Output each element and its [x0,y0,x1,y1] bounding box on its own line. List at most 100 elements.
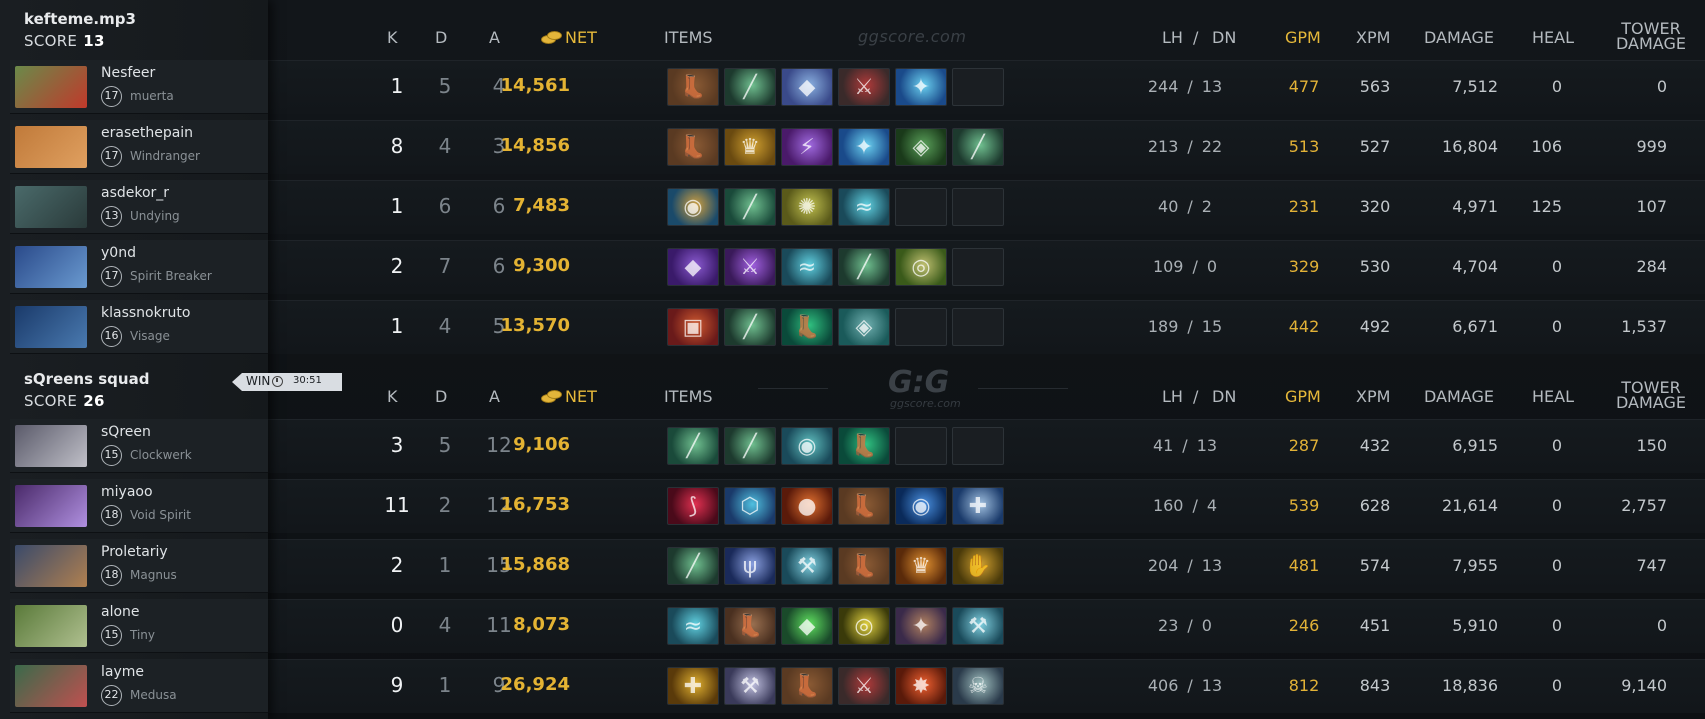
orb-icon[interactable]: ✦ [838,128,890,166]
bottle-icon[interactable]: ⬡ [724,487,776,525]
player-card[interactable]: miyaoo 18 Void Spirit [10,479,268,533]
player-card[interactable]: layme 22 Medusa [10,659,268,713]
hero-portrait [15,665,87,707]
player-card[interactable]: sQreen 15 Clockwerk [10,419,268,473]
empty-slot[interactable] [952,68,1004,106]
boots-green-icon[interactable]: 👢 [781,308,833,346]
claw-gold-icon[interactable]: ✋ [952,547,1004,585]
hero-name: Medusa [130,688,177,702]
robe-icon[interactable]: ◈ [838,308,890,346]
player-card[interactable]: erasethepain 17 Windranger [10,120,268,174]
fire-orb-icon[interactable]: ● [781,487,833,525]
hero-level: 18 [101,505,122,526]
player-name[interactable]: erasethepain [101,125,193,141]
player-name[interactable]: alone [101,604,140,620]
helm-icon[interactable]: ♛ [724,128,776,166]
sword-icon[interactable]: ⚔ [724,248,776,286]
boots-icon[interactable]: 👢 [667,68,719,106]
player-name[interactable]: Proletariy [101,544,168,560]
denies: 2 [1201,197,1212,216]
boots-icon[interactable]: 👢 [838,487,890,525]
player-name[interactable]: sQreen [101,424,151,440]
armor-icon[interactable]: ▣ [667,308,719,346]
player-name[interactable]: Nesfeer [101,65,155,81]
player-card[interactable]: Proletariy 18 Magnus [10,539,268,593]
staff-icon[interactable]: ╱ [724,68,776,106]
empty-slot[interactable] [895,188,947,226]
player-name[interactable]: y0nd [101,245,136,261]
wind-icon[interactable]: ≈ [667,607,719,645]
empty-slot[interactable] [952,427,1004,465]
empty-slot[interactable] [952,188,1004,226]
ring-icon[interactable]: ◎ [838,607,890,645]
scepter-icon[interactable]: ✚ [952,487,1004,525]
hero-name: Void Spirit [130,508,191,522]
staff-icon[interactable]: ╱ [952,128,1004,166]
trident-icon[interactable]: ψ [724,547,776,585]
empty-slot[interactable] [895,308,947,346]
eye-icon[interactable]: ◉ [781,427,833,465]
empty-slot[interactable] [952,248,1004,286]
hero-portrait [15,186,87,228]
wind-icon[interactable]: ≈ [781,248,833,286]
staff-icon[interactable]: ╱ [724,308,776,346]
burst-icon[interactable]: ✸ [895,667,947,705]
scroll-icon[interactable]: ✦ [895,607,947,645]
boots-icon[interactable]: 👢 [838,547,890,585]
table-row: 0 4 11 8,073 23/0 246 451 5,910 0 0 ≈ 👢 ◆ ◎ ✦ ⚒ [268,599,1705,653]
player-name[interactable]: miyaoo [101,484,153,500]
wand-icon[interactable]: ╱ [667,427,719,465]
item-glyph: ≈ [683,613,703,639]
heal-value: 0 [1551,496,1562,515]
helm-orange-icon[interactable]: ♛ [895,547,947,585]
boots-brown-icon[interactable]: 👢 [724,607,776,645]
player-card[interactable]: asdekor_r 13 Undying [10,180,268,234]
blade-icon[interactable]: ⚡ [781,128,833,166]
globe-icon[interactable]: ◉ [895,487,947,525]
hero-level: 22 [101,685,122,706]
boots-icon[interactable]: 👢 [781,667,833,705]
boots-green-icon[interactable]: 👢 [838,427,890,465]
wind-icon[interactable]: ≈ [838,188,890,226]
player-card[interactable]: klassnokruto 16 Visage [10,300,268,354]
cape-icon[interactable]: ◆ [667,248,719,286]
item-glyph: ≈ [797,254,817,280]
cloak-icon[interactable]: ◈ [895,128,947,166]
item-glyph: ✚ [683,673,703,699]
player-card[interactable]: y0nd 17 Spirit Breaker [10,240,268,294]
player-card[interactable]: alone 15 Tiny [10,599,268,653]
hero-level: 15 [101,625,122,646]
mask-icon[interactable]: ◆ [781,68,833,106]
stats-header-bottom: K D A NET ITEMS G:G ggscore.com LH / DN … [268,365,1705,423]
axe-silver-icon[interactable]: ⚒ [724,667,776,705]
staff-icon[interactable]: ╱ [724,427,776,465]
player-card[interactable]: Nesfeer 17 muerta [10,60,268,114]
gem-icon[interactable]: ✺ [781,188,833,226]
boots-icon[interactable]: 👢 [667,128,719,166]
empty-slot[interactable] [952,308,1004,346]
gpm-value: 477 [1288,77,1320,96]
shield-icon[interactable]: ◎ [895,248,947,286]
empty-slot[interactable] [895,427,947,465]
scepter-gold-icon[interactable]: ✚ [667,667,719,705]
last-hits: 406 [1147,676,1179,695]
player-name[interactable]: layme [101,664,144,680]
skull-icon[interactable]: ☠ [952,667,1004,705]
staff-icon[interactable]: ╱ [667,547,719,585]
claw-icon[interactable]: ⟆ [667,487,719,525]
axe-blue-icon[interactable]: ⚒ [952,607,1004,645]
player-name[interactable]: asdekor_r [101,185,169,201]
tower-damage: 999 [1636,137,1667,156]
wand-icon[interactable]: ╱ [724,188,776,226]
team-name: sQreens squad [24,370,150,388]
axe-icon[interactable]: ⚔ [838,68,890,106]
heal-value: 0 [1551,317,1562,336]
gem-green-icon[interactable]: ◆ [781,607,833,645]
vessel-icon[interactable]: ◉ [667,188,719,226]
player-name[interactable]: klassnokruto [101,305,190,321]
orb-icon[interactable]: ✦ [895,68,947,106]
axe-icon[interactable]: ⚔ [838,667,890,705]
staff-icon[interactable]: ╱ [838,248,890,286]
axe-blue-icon[interactable]: ⚒ [781,547,833,585]
header-xpm: XPM [1356,28,1391,47]
